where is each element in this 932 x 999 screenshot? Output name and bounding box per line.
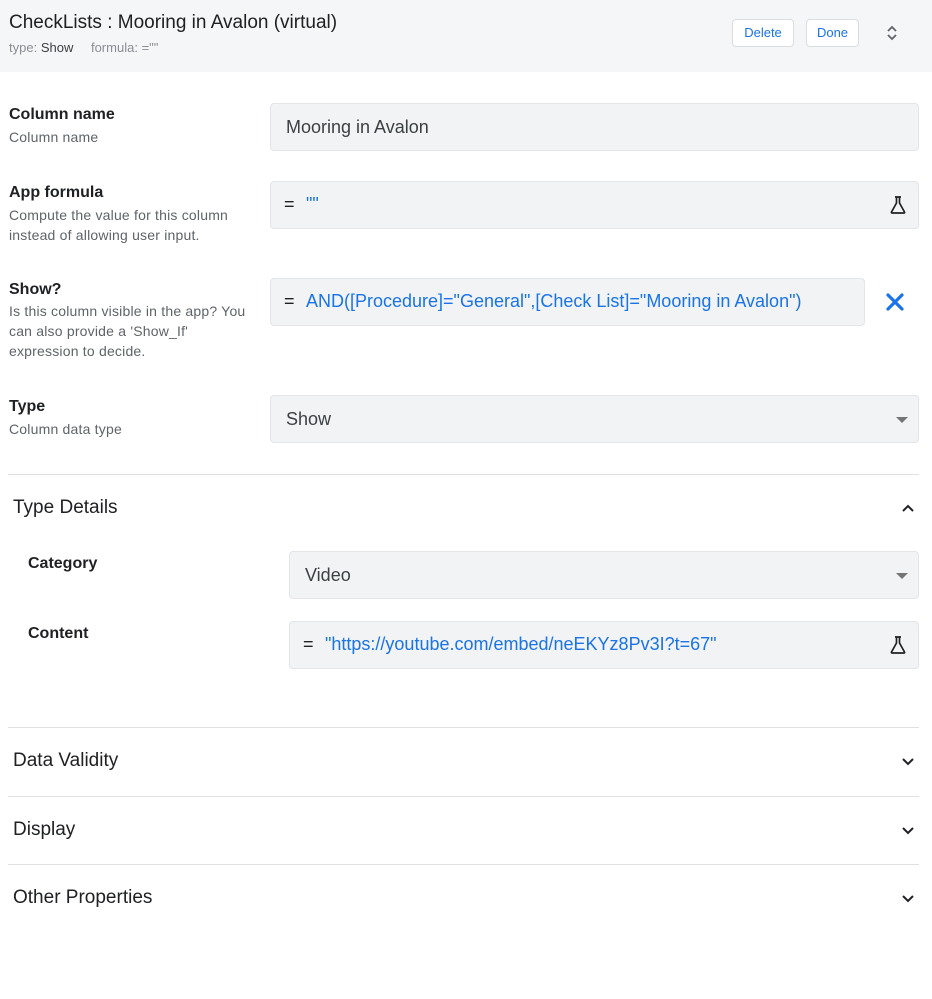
type-label: Type [9,398,46,415]
app-formula-expression: "" [306,194,319,214]
content-label: Content [28,625,89,642]
category-select-value: Video [305,565,351,585]
app-formula-description: Compute the value for this column instea… [9,207,229,243]
flask-icon[interactable] [889,635,907,655]
divider [8,474,919,475]
category-select[interactable]: Video [289,551,919,599]
show-description: Is this column visible in the app? You c… [9,303,246,359]
dropdown-caret-icon [896,573,908,579]
show-if-input[interactable]: = AND([Procedure]="General",[Check List]… [270,278,865,326]
category-label: Category [28,555,98,572]
content-input[interactable]: = "https://youtube.com/embed/neEKYz8Pv3I… [289,621,919,669]
equals-sign: = [284,291,295,311]
chevron-down-icon[interactable] [900,894,916,904]
page-title: CheckLists : Mooring in Avalon (virtual) [9,12,338,33]
unfold-icon[interactable] [884,23,900,43]
column-name-value: Mooring in Avalon [286,117,429,137]
chevron-down-icon[interactable] [900,757,916,767]
content-expression: "https://youtube.com/embed/neEKYz8Pv3I?t… [325,634,717,654]
divider [8,796,919,797]
chevron-up-icon[interactable] [900,503,916,513]
show-label: Show? [9,281,62,298]
data-validity-header[interactable]: Data Validity [13,750,118,772]
type-summary-label: type: [9,40,38,55]
equals-sign: = [303,634,314,654]
show-if-expression: AND([Procedure]="General",[Check List]="… [306,291,802,311]
dropdown-caret-icon [896,417,908,423]
column-summary: type: Show formula: ="" [9,40,158,55]
app-formula-input[interactable]: = "" [270,181,919,229]
delete-button[interactable]: Delete [732,19,794,47]
app-formula-label: App formula [9,184,104,201]
type-description: Column data type [9,421,122,437]
type-summary-value: Show [40,40,74,55]
type-select[interactable]: Show [270,395,919,443]
done-button[interactable]: Done [806,19,859,47]
column-name-label: Column name [9,106,115,123]
equals-sign: = [284,194,295,214]
formula-summary-label: formula: [90,40,138,55]
editor-header: CheckLists : Mooring in Avalon (virtual)… [0,0,932,72]
type-select-value: Show [286,409,332,429]
divider [8,727,919,728]
type-details-header[interactable]: Type Details [13,497,118,519]
column-name-input[interactable]: Mooring in Avalon [270,103,919,151]
column-name-description: Column name [9,129,99,145]
display-header[interactable]: Display [13,819,75,841]
formula-summary-value: ="" [141,40,159,55]
divider [8,864,919,865]
close-icon[interactable] [884,291,906,313]
other-properties-header[interactable]: Other Properties [13,887,152,909]
flask-icon[interactable] [889,195,907,215]
chevron-down-icon[interactable] [900,826,916,836]
